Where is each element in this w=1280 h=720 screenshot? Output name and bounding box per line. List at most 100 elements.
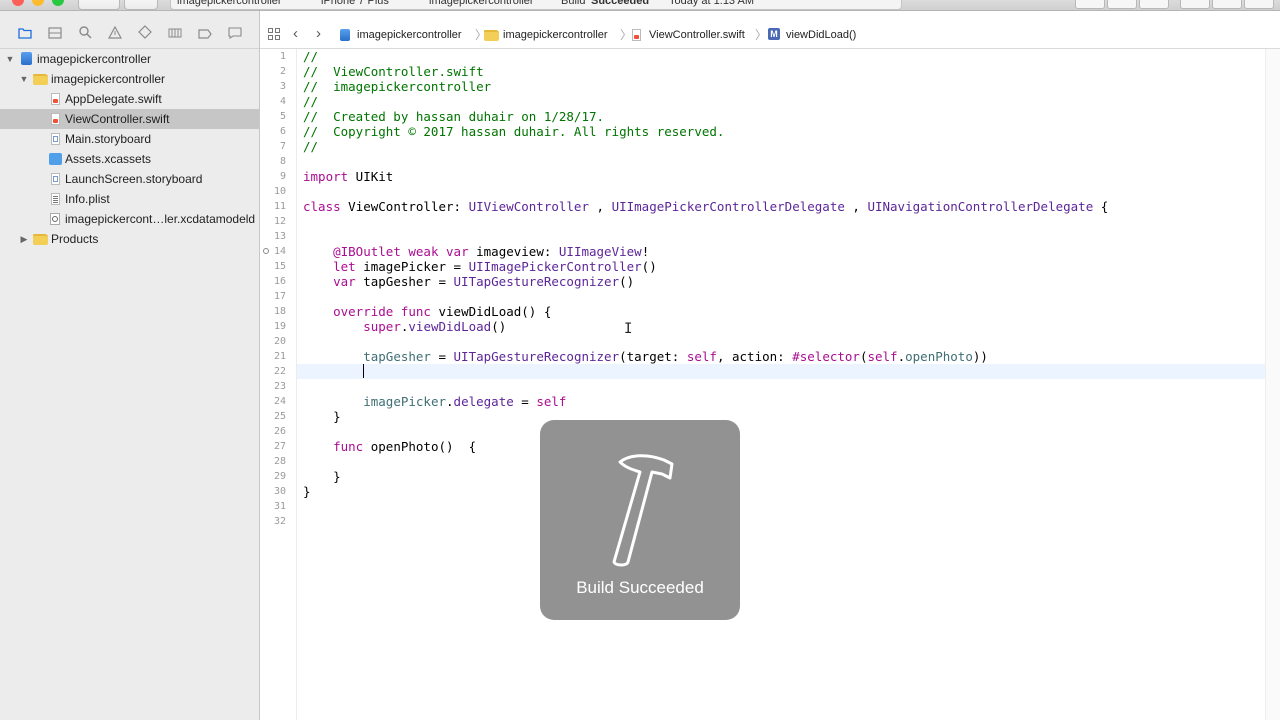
jump-bar-group[interactable]: imagepickercontroller	[503, 22, 608, 48]
test-navigator-tab[interactable]	[135, 25, 155, 45]
disclosure-triangle-icon[interactable]: ▶	[18, 229, 30, 249]
diamond-icon	[138, 25, 152, 39]
code-token: self	[867, 349, 898, 364]
toggle-navigator-button[interactable]	[1180, 0, 1210, 9]
code-token: //	[303, 49, 319, 64]
line-number: 24	[273, 396, 286, 407]
assistant-editor-button[interactable]	[1107, 0, 1137, 9]
tree-item-launchscreen[interactable]: LaunchScreen.storyboard	[0, 169, 259, 189]
close-window-button[interactable]	[12, 0, 24, 6]
tree-item-assets[interactable]: Assets.xcassets	[0, 149, 259, 169]
related-items-icon[interactable]	[268, 28, 281, 41]
line-number: 23	[273, 381, 286, 392]
code-token: ,	[844, 199, 868, 214]
code-line[interactable]: }	[303, 409, 341, 424]
jump-bar-file[interactable]: ViewController.swift	[649, 22, 745, 48]
tree-item-viewcontroller[interactable]: ViewController.swift	[0, 109, 259, 129]
jump-bar-symbol[interactable]: viewDidLoad()	[786, 22, 856, 48]
outlet-connection-icon[interactable]	[263, 248, 269, 254]
code-token: self	[536, 394, 567, 409]
gauge-icon	[168, 28, 182, 38]
stop-button[interactable]	[124, 0, 158, 10]
issue-navigator-tab[interactable]	[105, 25, 125, 45]
code-line[interactable]: // imagepickercontroller	[303, 79, 491, 94]
toggle-utilities-button[interactable]	[1244, 0, 1274, 9]
run-button[interactable]	[78, 0, 120, 10]
code-line[interactable]: }	[303, 484, 311, 499]
code-line[interactable]: // ViewController.swift	[303, 64, 484, 79]
swift-file-icon	[51, 93, 60, 105]
editor-scrollbar[interactable]	[1265, 49, 1280, 720]
code-line[interactable]: }	[303, 469, 341, 484]
code-line[interactable]: // Created by hassan duhair on 1/28/17.	[303, 109, 604, 124]
standard-editor-button[interactable]	[1075, 0, 1105, 9]
disclosure-triangle-icon[interactable]: ▼	[18, 69, 30, 89]
code-line[interactable]: import UIKit	[303, 169, 393, 184]
code-line[interactable]: //	[303, 139, 318, 154]
code-token: class	[303, 199, 341, 214]
code-line[interactable]: class ViewController: UIViewController ,…	[303, 199, 1108, 214]
source-control-navigator-tab[interactable]	[45, 25, 65, 45]
code-token: }	[303, 409, 341, 424]
toggle-debug-area-button[interactable]	[1212, 0, 1242, 9]
code-line[interactable]: var tapGesher = UITapGestureRecognizer()	[303, 274, 634, 289]
forward-arrow-icon[interactable]: ›	[316, 25, 321, 42]
line-number-gutter[interactable]: 1 2 3 4 5 6 7 8 9 10 11 12 13 14 15 16 17 18 19 20 21 22 23 24 2…	[260, 49, 297, 720]
device-selector[interactable]: iPhone 7 Plus	[321, 0, 389, 9]
project-navigator-tab[interactable]	[15, 25, 35, 45]
line-number: 2	[279, 66, 286, 77]
code-line[interactable]: //	[303, 94, 318, 109]
code-line[interactable]: @IBOutlet weak var imageview: UIImageVie…	[303, 244, 649, 259]
line-number: 9	[279, 171, 286, 182]
code-token: imagePicker	[363, 394, 447, 409]
code-token: =	[430, 349, 454, 364]
build-status-label: Build Succeeded	[576, 578, 704, 597]
code-token: .	[446, 394, 454, 409]
debug-navigator-tab[interactable]	[165, 25, 185, 45]
tree-item-group[interactable]: ▼ imagepickercontroller	[0, 69, 259, 89]
folder-tab-icon	[18, 28, 32, 39]
code-line[interactable]: super.viewDidLoad()	[303, 319, 506, 334]
jump-bar-project[interactable]: imagepickercontroller	[357, 22, 462, 48]
zoom-window-button[interactable]	[52, 0, 64, 6]
code-token: tapGesher	[363, 349, 431, 364]
code-token: import	[303, 169, 349, 184]
report-navigator-tab[interactable]	[225, 25, 245, 45]
folder-icon	[484, 30, 499, 41]
source-editor[interactable]: 1 2 3 4 5 6 7 8 9 10 11 12 13 14 15 16 17 18 19 20 21 22 23 24 2…	[260, 49, 1280, 720]
breakpoint-navigator-tab[interactable]	[195, 25, 215, 45]
scheme-selector[interactable]: imagepickercontroller	[177, 0, 282, 9]
code-line[interactable]: override func viewDidLoad() {	[303, 304, 551, 319]
tree-item-info-plist[interactable]: Info.plist	[0, 189, 259, 209]
tree-item-products[interactable]: ▶ Products	[0, 229, 259, 249]
tree-item-appdelegate[interactable]: AppDelegate.swift	[0, 89, 259, 109]
code-line[interactable]: //	[303, 49, 318, 64]
version-editor-button[interactable]	[1139, 0, 1169, 9]
storyboard-icon	[51, 173, 60, 185]
tree-item-project[interactable]: ▼ imagepickercontroller	[0, 49, 259, 69]
code-token: }	[303, 469, 341, 484]
code-token: delegate	[453, 394, 514, 409]
code-line[interactable]: // Copyright © 2017 hassan duhair. All r…	[303, 124, 724, 139]
code-line[interactable]: tapGesher = UITapGestureRecognizer(targe…	[303, 349, 988, 364]
code-token: //	[303, 94, 319, 109]
disclosure-triangle-icon[interactable]: ▼	[4, 49, 16, 69]
back-arrow-icon[interactable]: ‹	[293, 25, 298, 42]
code-line[interactable]: func openPhoto() {	[303, 439, 476, 454]
code-line[interactable]: let imagePicker = UIImagePickerControlle…	[303, 259, 657, 274]
minimize-window-button[interactable]	[32, 0, 44, 6]
tree-item-main-storyboard[interactable]: Main.storyboard	[0, 129, 259, 149]
line-number: 25	[273, 411, 286, 422]
code-token: super	[363, 319, 401, 334]
line-number: 7	[279, 141, 286, 152]
line-number: 10	[273, 186, 286, 197]
code-token: weak	[408, 244, 439, 259]
navigator-tabs	[0, 25, 259, 49]
tree-item-label: Assets.xcassets	[65, 152, 152, 166]
tree-item-datamodel[interactable]: imagepickercont…ler.xcdatamodeld	[0, 209, 259, 229]
code-line[interactable]: imagePicker.delegate = self	[303, 394, 566, 409]
find-navigator-tab[interactable]	[75, 25, 95, 45]
line-number: 15	[273, 261, 286, 272]
